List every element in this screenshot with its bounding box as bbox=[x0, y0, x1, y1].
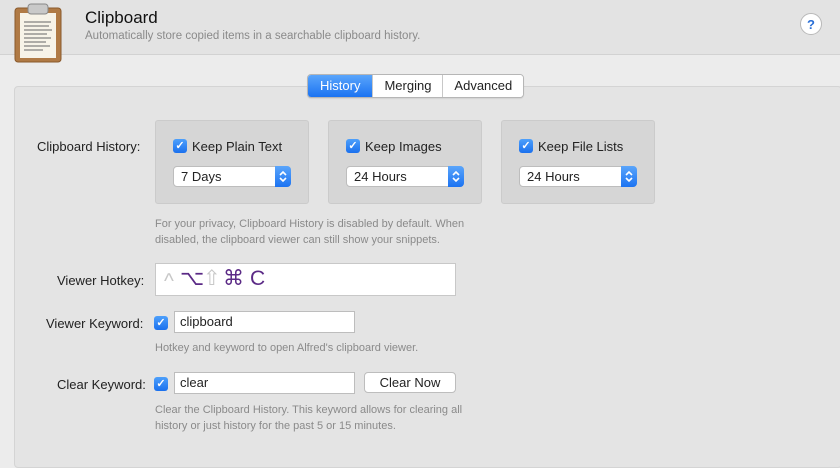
clear-keyword-input[interactable]: clear bbox=[174, 372, 355, 394]
clear-note-line1: Clear the Clipboard History. This keywor… bbox=[155, 404, 463, 416]
keep-file-lists-label: Keep File Lists bbox=[538, 139, 624, 154]
stepper-arrows-icon bbox=[275, 166, 291, 187]
plain-text-duration-select[interactable]: 7 Days bbox=[173, 166, 291, 187]
images-duration-value: 24 Hours bbox=[354, 169, 407, 184]
stepper-arrows-icon bbox=[621, 166, 637, 187]
plain-text-group bbox=[155, 120, 309, 204]
viewer-keyword-label: Viewer Keyword: bbox=[46, 316, 144, 331]
viewer-keyword-checkbox[interactable]: ✓ bbox=[154, 316, 168, 330]
privacy-note-line2: disabled, the clipboard viewer can still… bbox=[155, 234, 440, 246]
header: Clipboard Automatically store copied ite… bbox=[0, 0, 840, 63]
viewer-hotkey-label: Viewer Hotkey: bbox=[57, 273, 145, 288]
shift-key-icon: ⇧ bbox=[203, 267, 221, 290]
hotkey-letter: C bbox=[250, 267, 266, 290]
clipboard-history-label: Clipboard History: bbox=[37, 139, 141, 154]
clipboard-app-icon bbox=[14, 3, 62, 63]
viewer-hotkey-field[interactable]: ^ ⌥ ⇧ ⌘ C bbox=[155, 263, 456, 296]
file-lists-group bbox=[501, 120, 655, 204]
privacy-note-line1: For your privacy, Clipboard History is d… bbox=[155, 218, 465, 230]
clear-now-button[interactable]: Clear Now bbox=[364, 372, 456, 393]
plain-text-duration-value: 7 Days bbox=[181, 169, 222, 184]
tab-merging[interactable]: Merging bbox=[372, 75, 443, 97]
keep-images-label: Keep Images bbox=[365, 139, 442, 154]
control-key-icon: ^ bbox=[164, 270, 174, 293]
file-lists-duration-value: 24 Hours bbox=[527, 169, 580, 184]
tab-history[interactable]: History bbox=[308, 75, 373, 97]
tab-advanced[interactable]: Advanced bbox=[442, 75, 524, 97]
viewer-note: Hotkey and keyword to open Alfred's clip… bbox=[155, 342, 419, 354]
keep-plain-text-checkbox[interactable]: ✓ bbox=[173, 139, 187, 153]
help-icon[interactable]: ? bbox=[800, 13, 822, 35]
clear-keyword-checkbox[interactable]: ✓ bbox=[154, 377, 168, 391]
page-title: Clipboard bbox=[85, 8, 158, 27]
stepper-arrows-icon bbox=[448, 166, 464, 187]
keep-file-lists-checkbox[interactable]: ✓ bbox=[519, 139, 533, 153]
viewer-keyword-input[interactable]: clipboard bbox=[174, 311, 355, 333]
images-group bbox=[328, 120, 482, 204]
file-lists-duration-select[interactable]: 24 Hours bbox=[519, 166, 637, 187]
keep-plain-text-label: Keep Plain Text bbox=[192, 139, 283, 154]
command-key-icon: ⌘ bbox=[223, 267, 244, 290]
option-key-icon: ⌥ bbox=[180, 267, 205, 290]
images-duration-select[interactable]: 24 Hours bbox=[346, 166, 464, 187]
tab-bar: History Merging Advanced bbox=[307, 74, 525, 98]
clear-keyword-label: Clear Keyword: bbox=[57, 377, 146, 392]
keep-images-checkbox[interactable]: ✓ bbox=[346, 139, 360, 153]
page-subtitle: Automatically store copied items in a se… bbox=[85, 30, 421, 42]
clear-note-line2: history or just history for the past 5 o… bbox=[155, 420, 396, 432]
